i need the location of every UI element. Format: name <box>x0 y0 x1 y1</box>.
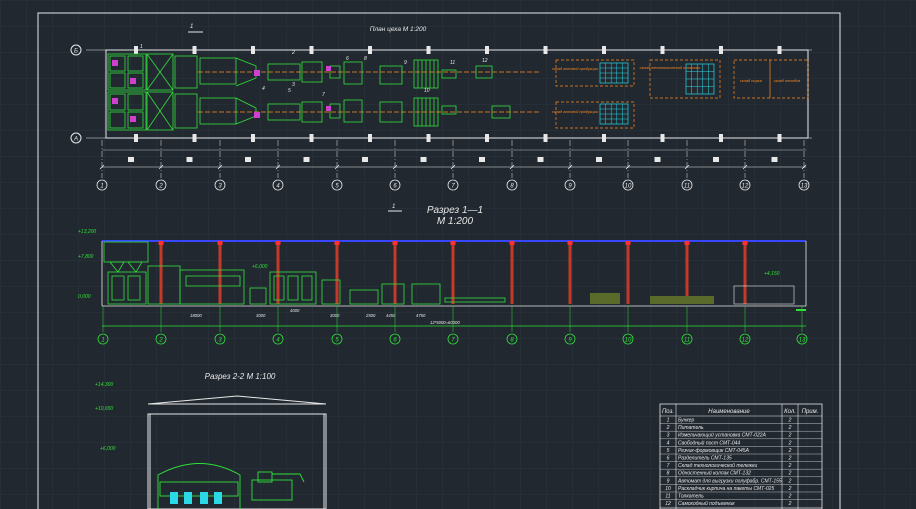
svg-text:5: 5 <box>667 448 670 454</box>
svg-text:12*5000=60000: 12*5000=60000 <box>430 320 460 325</box>
svg-text:2: 2 <box>291 50 295 56</box>
section-mark-s1: 1 <box>392 204 395 210</box>
svg-text:2: 2 <box>788 478 792 484</box>
svg-text:+10,650: +10,650 <box>95 406 113 412</box>
svg-text:2: 2 <box>788 433 792 439</box>
plan-title: План цеха М 1:200 <box>370 26 427 33</box>
svg-text:Раскладчик кирпича на пакеты С: Раскладчик кирпича на пакеты СМТ-025 <box>678 486 774 492</box>
svg-text:+7,800: +7,800 <box>78 254 94 260</box>
svg-text:+13,200: +13,200 <box>78 229 96 235</box>
svg-text:Б: Б <box>74 49 78 55</box>
plan-axis-label: 13 <box>801 184 808 190</box>
section1-axis-label: 12 <box>742 338 749 344</box>
svg-text:12: 12 <box>482 58 488 64</box>
svg-text:2: 2 <box>788 456 792 462</box>
svg-text:11: 11 <box>665 494 670 500</box>
plan-axis-label: 10 <box>625 184 632 190</box>
svg-text:2: 2 <box>788 471 792 477</box>
svg-text:3000: 3000 <box>330 313 340 318</box>
spec-header-qty: Кол. <box>784 409 796 415</box>
svg-text:2: 2 <box>666 425 670 431</box>
svg-text:2: 2 <box>788 501 792 507</box>
section1-axis-label: 11 <box>684 338 690 344</box>
plan-axis-label: 12 <box>742 184 749 190</box>
plan-axis-label: 1 <box>100 184 103 190</box>
svg-text:18000: 18000 <box>190 313 202 318</box>
svg-text:+6,000: +6,000 <box>100 446 116 452</box>
cad-drawing-canvas: План цеха М 1:200 1 Б А склад готовой пр… <box>0 0 916 509</box>
svg-text:+14,300: +14,300 <box>95 382 113 388</box>
section1-axis-label: 13 <box>799 338 806 344</box>
plan-axis-label: 11 <box>684 184 690 190</box>
section1-axis-label: 2 <box>158 338 163 344</box>
svg-text:8: 8 <box>364 56 367 62</box>
svg-text:4: 4 <box>667 440 670 446</box>
svg-text:склад технологической оснастки: склад технологической оснастки <box>640 66 702 70</box>
svg-text:7: 7 <box>667 463 670 469</box>
svg-text:2500: 2500 <box>365 313 376 318</box>
svg-text:2: 2 <box>788 440 792 446</box>
svg-text:Автомат для выгрузки полуфабр.: Автомат для выгрузки полуфабр. СМТ-155 <box>677 478 782 484</box>
svg-text:склад готовой продукции: склад готовой продукции <box>552 110 599 114</box>
svg-text:2: 2 <box>788 448 792 454</box>
svg-text:Питатель: Питатель <box>678 425 704 431</box>
svg-text:Резчик-формовщик СМТ-045А: Резчик-формовщик СМТ-045А <box>678 448 750 454</box>
svg-text:Бункер: Бункер <box>678 418 695 424</box>
section1-scale: М 1:200 <box>437 216 474 227</box>
svg-text:11: 11 <box>450 60 455 66</box>
svg-text:5: 5 <box>288 88 291 94</box>
section1-title: Разрез 1—1 <box>427 205 483 216</box>
section1-axis-label: 10 <box>625 338 632 344</box>
spec-table-row: 10 Раскладчик кирпича на пакеты СМТ-025 2 <box>665 486 791 492</box>
spec-table-row: 9 Автомат для выгрузки полуфабр. СМТ-155 2 <box>667 478 792 484</box>
svg-text:1: 1 <box>140 44 143 50</box>
spec-header-pos: Поз. <box>662 409 674 415</box>
svg-text:2: 2 <box>788 463 792 469</box>
spec-header-note: Прим. <box>802 409 819 415</box>
plan-axis-label: 2 <box>158 184 163 190</box>
svg-text:2: 2 <box>788 425 792 431</box>
svg-text:7: 7 <box>322 92 325 98</box>
svg-text:3: 3 <box>667 433 670 439</box>
svg-text:склад сырья: склад сырья <box>740 79 762 83</box>
svg-text:склад готовой продукции: склад готовой продукции <box>552 67 599 71</box>
svg-text:+4,150: +4,150 <box>764 271 780 277</box>
svg-text:Измельчающий установка СМТ-022: Измельчающий установка СМТ-022А <box>678 432 767 439</box>
svg-text:4750: 4750 <box>416 313 426 318</box>
svg-text:3: 3 <box>292 82 295 88</box>
svg-text:1: 1 <box>667 418 670 424</box>
svg-text:Свободный пост СМТ-044: Свободный пост СМТ-044 <box>678 439 740 446</box>
svg-text:0,000: 0,000 <box>78 294 91 300</box>
svg-text:3000: 3000 <box>256 313 266 318</box>
svg-text:Одностенный колпак СМТ-132: Одностенный колпак СМТ-132 <box>678 470 751 477</box>
svg-text:10: 10 <box>665 486 671 492</box>
svg-text:+6,000: +6,000 <box>252 264 268 270</box>
svg-text:6: 6 <box>667 456 670 462</box>
svg-text:6: 6 <box>346 56 349 62</box>
svg-text:2: 2 <box>788 494 792 500</box>
svg-text:4: 4 <box>262 86 265 92</box>
svg-text:8: 8 <box>667 471 670 477</box>
section-mark-plan: 1 <box>190 24 193 30</box>
svg-text:4450: 4450 <box>386 313 396 318</box>
svg-text:9: 9 <box>404 60 407 66</box>
svg-text:2: 2 <box>788 486 792 492</box>
svg-text:Склад технологической тележки: Склад технологической тележки <box>678 462 757 469</box>
svg-text:2: 2 <box>788 418 792 424</box>
svg-text:склад отходов: склад отходов <box>774 79 801 83</box>
svg-text:12: 12 <box>665 501 671 507</box>
svg-text:Разделитель СМТ-135: Разделитель СМТ-135 <box>678 456 732 462</box>
svg-text:9: 9 <box>667 478 670 484</box>
svg-text:10: 10 <box>424 88 430 94</box>
svg-text:Толкатель: Толкатель <box>678 494 704 500</box>
svg-text:А: А <box>73 137 78 143</box>
section1-axis-label: 1 <box>101 338 104 344</box>
spec-header-name: Наименование <box>708 409 750 415</box>
svg-text:4000: 4000 <box>290 308 300 313</box>
svg-text:Самоходный подъемник: Самоходный подъемник <box>678 500 735 507</box>
section2-title: Разрез 2-2 М 1:100 <box>205 372 276 381</box>
